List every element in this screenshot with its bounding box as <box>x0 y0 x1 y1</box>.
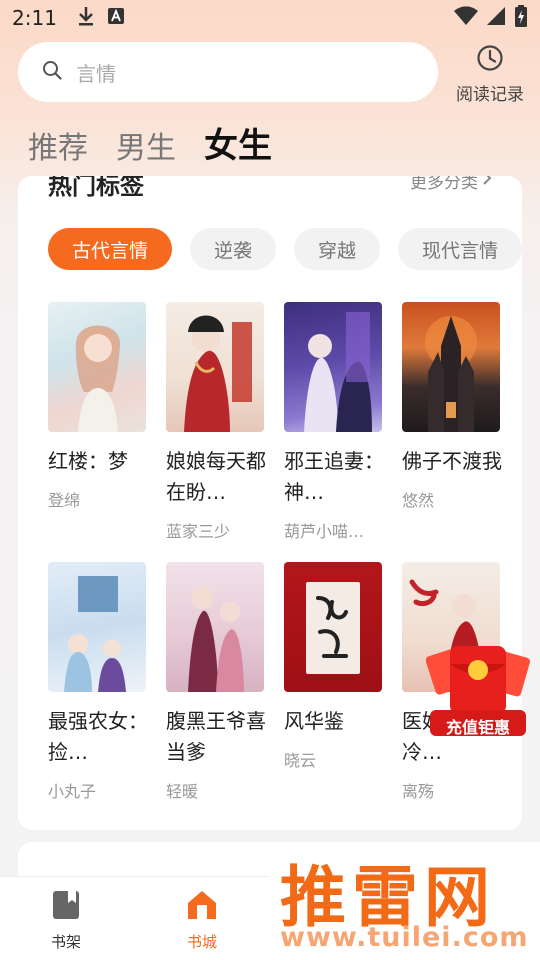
nav-bookshelf-label: 书架 <box>50 933 81 951</box>
bookshelf-icon <box>51 891 81 925</box>
battery-charging-icon <box>514 5 528 31</box>
book-author: 悠然 <box>402 491 435 510</box>
book-author: 小丸子 <box>48 782 97 801</box>
book-author: 轻暖 <box>166 782 199 801</box>
tab-female[interactable]: 女生 <box>204 118 272 167</box>
book-item[interactable]: 娘娘每天都在盼… 蓝家三少 <box>166 302 266 542</box>
status-bar: 2:11 <box>0 0 540 36</box>
app-notification-icon <box>107 7 125 29</box>
book-title: 邪王追妻：神… <box>284 449 384 504</box>
reading-history-label: 阅读记录 <box>456 85 524 105</box>
chip-modern-romance[interactable]: 现代言情 <box>398 228 522 270</box>
book-item[interactable]: 风华鉴 晓云 <box>284 562 382 771</box>
recharge-promo-button[interactable]: 充值钜惠 <box>425 640 530 744</box>
book-title: 最强农女：捡… <box>48 709 148 764</box>
more-categories-link[interactable]: 更多分类 <box>410 176 492 193</box>
book-title: 娘娘每天都在盼… <box>166 449 266 504</box>
category-tabs: 推荐 男生 女生 <box>28 118 272 167</box>
book-author: 离殇 <box>402 782 435 801</box>
book-item[interactable]: 最强农女：捡… 小丸子 <box>48 562 148 802</box>
section-header: 热门标签 更多分类 <box>48 176 492 200</box>
chip-time-travel[interactable]: 穿越 <box>294 228 381 270</box>
search-row: 言情 阅读记录 <box>18 42 524 105</box>
book-title: 腹黑王爷喜当爹 <box>166 709 266 764</box>
book-author: 登绵 <box>48 491 81 510</box>
book-author: 蓝家三少 <box>166 522 231 541</box>
book-title: 红楼：梦 <box>48 449 128 473</box>
book-cover <box>284 302 382 432</box>
book-title: 风华鉴 <box>284 709 344 733</box>
book-item[interactable]: 佛子不渡我 悠然 <box>402 302 502 511</box>
more-categories-label: 更多分类 <box>410 176 478 193</box>
book-cover <box>48 302 146 432</box>
book-author: 晓云 <box>284 751 317 770</box>
promo-label: 充值钜惠 <box>445 718 510 737</box>
status-time: 2:11 <box>12 6 57 30</box>
download-icon <box>77 6 95 30</box>
chip-comeback[interactable]: 逆袭 <box>190 228 277 270</box>
watermark-url: www.tuilei.com <box>280 922 529 953</box>
chip-ancient-romance[interactable]: 古代言情 <box>48 228 173 270</box>
book-cover <box>402 302 500 432</box>
search-icon <box>42 60 62 84</box>
search-placeholder: 言情 <box>76 61 116 86</box>
book-cover <box>166 562 264 692</box>
tab-male[interactable]: 男生 <box>116 123 176 167</box>
clock-icon <box>476 45 504 76</box>
signal-icon <box>486 6 506 30</box>
book-title: 佛子不渡我 <box>402 449 502 473</box>
reading-history-button[interactable]: 阅读记录 <box>450 44 530 105</box>
tag-chips: 古代言情 逆袭 穿越 现代言情 <box>48 228 522 270</box>
book-author: 葫芦小喵… <box>284 522 365 541</box>
book-item[interactable]: 腹黑王爷喜当爹 轻暖 <box>166 562 266 802</box>
search-input[interactable]: 言情 <box>18 42 438 102</box>
watermark: 推雷网 www.tuilei.com <box>270 842 540 960</box>
nav-bookstore[interactable]: 书城 <box>162 889 242 952</box>
book-cover <box>284 562 382 692</box>
book-cover <box>48 562 146 692</box>
tab-recommend[interactable]: 推荐 <box>28 123 88 167</box>
book-item[interactable]: 邪王追妻：神… 葫芦小喵… <box>284 302 384 542</box>
section-title: 热门标签 <box>48 176 144 200</box>
nav-bookstore-label: 书城 <box>186 933 217 951</box>
book-item[interactable]: 红楼：梦 登绵 <box>48 302 146 511</box>
nav-bookshelf[interactable]: 书架 <box>26 889 106 952</box>
bookstore-icon <box>186 891 218 925</box>
chevron-right-icon <box>482 176 492 191</box>
wifi-icon <box>454 6 478 30</box>
book-cover <box>166 302 264 432</box>
